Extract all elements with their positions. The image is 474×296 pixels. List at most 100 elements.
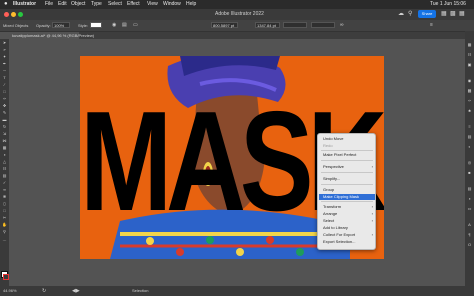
style-swatch[interactable] <box>90 22 102 28</box>
menu-item-label: Collect For Export <box>323 232 356 237</box>
menu-effect[interactable]: Effect <box>127 0 140 9</box>
properties-panel-icon[interactable]: ▦ <box>467 43 472 47</box>
character-panel-icon[interactable]: A <box>467 223 472 227</box>
symbol-sprayer-tool-icon[interactable]: ❋ <box>2 195 7 199</box>
transform-icon[interactable]: ▭ <box>133 20 138 31</box>
eraser-tool-icon[interactable]: ▬ <box>2 118 7 122</box>
menu-item-export-selection[interactable]: Export Selection... <box>319 239 375 245</box>
menu-help[interactable]: Help <box>186 0 196 9</box>
zoom-level[interactable]: 44.96% <box>3 286 17 296</box>
recolor-icon[interactable]: ◉ <box>112 20 116 31</box>
menu-item-transform[interactable]: Transform › <box>319 204 375 210</box>
height-input[interactable] <box>311 22 335 28</box>
x-position-input[interactable]: 800.5897 pt <box>211 22 238 28</box>
apple-icon[interactable]: ● <box>4 0 8 9</box>
opentype-panel-icon[interactable]: O <box>467 243 472 247</box>
menu-item-add-to-library[interactable]: Add to Library <box>319 225 375 231</box>
menu-item-arrange[interactable]: Arrange › <box>319 211 375 217</box>
menu-item-group[interactable]: Group <box>319 187 375 193</box>
right-panel-dock: ▦ ☷ ▣ ◉ ▩ ✑ ♣ ≡ ▤ ◐ ◎ ■ ▤ ◑ ▭ A ¶ O <box>465 31 474 286</box>
gradient-tool-icon[interactable]: ▤ <box>2 174 7 178</box>
chevron-right-icon: › <box>371 204 373 209</box>
hand-tool-icon[interactable]: ✋ <box>2 223 7 227</box>
share-button[interactable]: Share <box>418 10 436 18</box>
menu-edit[interactable]: Edit <box>58 0 67 9</box>
mesh-tool-icon[interactable]: ☷ <box>2 167 7 171</box>
panel-menu-icon[interactable]: ≡ <box>430 20 433 31</box>
perspective-grid-tool-icon[interactable]: △ <box>2 160 7 164</box>
zoom-tool-icon[interactable]: ⚲ <box>2 230 7 234</box>
brushes-panel-icon[interactable]: ✑ <box>467 99 472 103</box>
menu-item-perspective[interactable]: Perspective › <box>319 164 375 170</box>
slice-tool-icon[interactable]: ✂ <box>2 216 7 220</box>
align-panel-icon[interactable]: ▤ <box>467 187 472 191</box>
width-tool-icon[interactable]: ⋈ <box>2 139 7 143</box>
pathfinder-panel-icon[interactable]: ◑ <box>467 197 472 201</box>
menu-view[interactable]: View <box>147 0 158 9</box>
shape-builder-tool-icon[interactable]: ◑ <box>2 153 7 157</box>
menu-item-select[interactable]: Select › <box>319 218 375 224</box>
shaper-tool-icon[interactable]: ❖ <box>2 104 7 108</box>
edit-toolbar-icon[interactable]: ⋯ <box>2 239 7 243</box>
pen-tool-icon[interactable]: ✒ <box>2 62 7 66</box>
rotate-view-icon[interactable]: ↻ <box>42 286 46 296</box>
menu-file[interactable]: File <box>45 0 53 9</box>
minimize-window-button[interactable] <box>11 12 16 17</box>
gradient-panel-icon[interactable]: ▤ <box>467 135 472 139</box>
stroke-swatch[interactable] <box>3 274 9 280</box>
document-tab[interactable]: kuvatipplomask.ai* @ 44,96 % (RGB/Previe… <box>9 32 94 39</box>
menu-item-make-pixel-perfect[interactable]: Make Pixel Perfect <box>319 152 375 158</box>
direct-selection-tool-icon[interactable]: ➢ <box>2 48 7 52</box>
paragraph-panel-icon[interactable]: ¶ <box>467 233 472 237</box>
menu-illustrator[interactable]: Illustrator <box>13 0 36 9</box>
menu-object[interactable]: Object <box>71 0 85 9</box>
opacity-input[interactable]: 100% <box>52 22 70 28</box>
close-window-button[interactable] <box>4 12 9 17</box>
rectangle-tool-icon[interactable]: □ <box>2 90 7 94</box>
rotate-tool-icon[interactable]: ↻ <box>2 125 7 129</box>
cloud-icon[interactable]: ☁ <box>398 9 404 20</box>
eyedropper-tool-icon[interactable]: ✓ <box>2 181 7 185</box>
y-position-input[interactable]: 1347.84 pt <box>255 22 280 28</box>
transform-panel-icon[interactable]: ▭ <box>467 207 472 211</box>
menu-item-collect-for-export[interactable]: Collect For Export › <box>319 232 375 238</box>
menu-select[interactable]: Select <box>108 0 122 9</box>
magic-wand-tool-icon[interactable]: ✦ <box>2 55 7 59</box>
search-icon[interactable]: ⚲ <box>408 9 412 20</box>
blend-tool-icon[interactable]: ∞ <box>2 188 7 192</box>
menu-window[interactable]: Window <box>163 0 181 9</box>
pencil-tool-icon[interactable]: ✎ <box>2 111 7 115</box>
arrange-icon[interactable]: ▩ <box>450 9 456 20</box>
libraries-panel-icon[interactable]: ▣ <box>467 63 472 67</box>
zoom-window-button[interactable] <box>18 12 23 17</box>
paintbrush-tool-icon[interactable]: ✑ <box>2 97 7 101</box>
color-panel-icon[interactable]: ◉ <box>467 79 472 83</box>
grid-icon[interactable]: ▦ <box>459 9 465 20</box>
artboard-tool-icon[interactable]: □ <box>2 209 7 213</box>
workspace-icon[interactable]: ▦ <box>441 9 447 20</box>
width-input[interactable] <box>283 22 307 28</box>
menu-item-label: Redo <box>323 143 333 148</box>
type-tool-icon[interactable]: T <box>2 76 7 80</box>
menu-item-undo-move[interactable]: Undo Move <box>319 136 375 142</box>
symbols-panel-icon[interactable]: ♣ <box>467 109 472 113</box>
menu-item-make-clipping-mask[interactable]: Make Clipping Mask <box>319 194 375 200</box>
artboard-nav-icon[interactable]: ◀▶ <box>72 286 80 296</box>
transparency-panel-icon[interactable]: ◐ <box>467 145 472 149</box>
mask-text[interactable]: MASK <box>80 91 384 233</box>
graphic-styles-panel-icon[interactable]: ■ <box>467 171 472 175</box>
column-graph-tool-icon[interactable]: ▯ <box>2 202 7 206</box>
layers-panel-icon[interactable]: ☷ <box>467 53 472 57</box>
selection-tool-icon[interactable]: ➤ <box>2 41 7 45</box>
menu-item-simplify[interactable]: Simplify... <box>319 176 375 182</box>
align-icon[interactable]: ▤ <box>122 20 127 31</box>
swatches-panel-icon[interactable]: ▩ <box>467 89 472 93</box>
appearance-panel-icon[interactable]: ◎ <box>467 161 472 165</box>
scale-tool-icon[interactable]: ⇲ <box>2 132 7 136</box>
line-tool-icon[interactable]: ∕ <box>2 83 7 87</box>
link-proportions-icon[interactable]: ∞ <box>340 20 344 31</box>
curvature-tool-icon[interactable]: ∽ <box>2 69 7 73</box>
stroke-panel-icon[interactable]: ≡ <box>467 125 472 129</box>
free-transform-tool-icon[interactable]: ▦ <box>2 146 7 150</box>
menu-type[interactable]: Type <box>91 0 102 9</box>
